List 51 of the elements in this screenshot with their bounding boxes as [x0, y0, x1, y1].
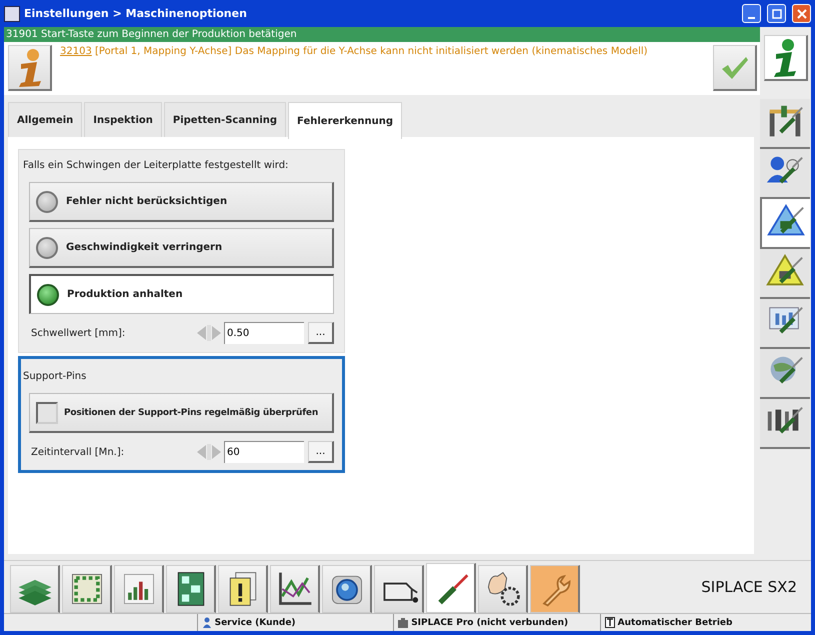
checkbox[interactable] — [36, 402, 58, 424]
status-text: Automatischer Betrieb — [618, 618, 732, 628]
tab[interactable]: Pipetten-Scanning — [164, 102, 286, 137]
tab[interactable]: Inspektion — [84, 102, 162, 137]
field-label: Zeitintervall [Mn.]: — [30, 446, 126, 458]
sidebar-button[interactable] — [760, 399, 810, 449]
minimize-button[interactable] — [742, 4, 761, 23]
minimize-icon — [748, 16, 755, 18]
toolbar-button[interactable] — [322, 565, 372, 613]
toolbar-button[interactable] — [270, 565, 320, 613]
toolbar-button[interactable] — [218, 565, 268, 613]
tab[interactable]: Fehlererkennung — [288, 102, 402, 139]
toolbar-button[interactable] — [426, 563, 476, 613]
field-label: Schwellwert [mm]: — [30, 328, 126, 338]
maximize-button[interactable] — [767, 4, 786, 23]
info-button[interactable] — [8, 45, 52, 91]
close-button[interactable] — [792, 4, 811, 23]
sidebar-button[interactable] — [760, 249, 810, 299]
radio-option[interactable]: Geschwindigkeit verringern — [29, 228, 334, 268]
maximize-icon — [772, 8, 782, 18]
input-field[interactable]: 0.50 — [224, 322, 304, 344]
status-text: Service (Kunde) — [214, 618, 296, 628]
sidebar-button[interactable] — [760, 149, 810, 199]
checkbox-option[interactable]: Positionen der Support-Pins regelmäßig überprüfen — [29, 393, 334, 433]
help-button[interactable] — [764, 35, 808, 81]
toolbar-button[interactable] — [166, 565, 216, 613]
radio-option[interactable]: Fehler nicht berücksichtigen — [29, 182, 334, 222]
status-text: SIPLACE Pro (nicht verbunden) — [411, 618, 568, 628]
sidebar-button[interactable] — [760, 299, 810, 349]
sidebar-button[interactable] — [760, 349, 810, 399]
status-message: 31901 Start-Taste zum Beginnen der Produktion betätigen — [4, 27, 760, 42]
checkmark-icon — [720, 54, 750, 80]
group-title: Falls ein Schwingen der Leiterplatte festgestellt wird: — [23, 158, 290, 172]
confirm-button[interactable] — [713, 45, 757, 91]
input-field[interactable]: 60 — [224, 441, 304, 463]
close-icon — [796, 8, 806, 18]
error-message: 32103 [Portal 1, Mapping Y-Achse] Das Mapping für die Y-Achse kann nicht initialisiert werden (kinematisches Modell) — [60, 45, 649, 59]
window-title: Einstellungen > Maschinenoptionen — [24, 7, 248, 20]
tab[interactable]: Allgemein — [8, 102, 82, 137]
app-icon — [4, 6, 20, 22]
toolbar-button[interactable] — [374, 565, 424, 613]
browse-button[interactable]: ... — [308, 441, 334, 463]
text-cursor-icon — [604, 617, 615, 628]
radio-option[interactable]: Produktion anhalten — [29, 274, 334, 314]
browse-button[interactable]: ... — [308, 322, 334, 344]
person-icon — [202, 617, 212, 628]
toolbar-button[interactable] — [478, 565, 528, 613]
sidebar-button[interactable] — [760, 199, 810, 249]
sidebar-button[interactable] — [760, 99, 810, 149]
group-title: Support-Pins — [23, 370, 88, 384]
brand-label: SIPLACE SX2 — [700, 578, 798, 596]
